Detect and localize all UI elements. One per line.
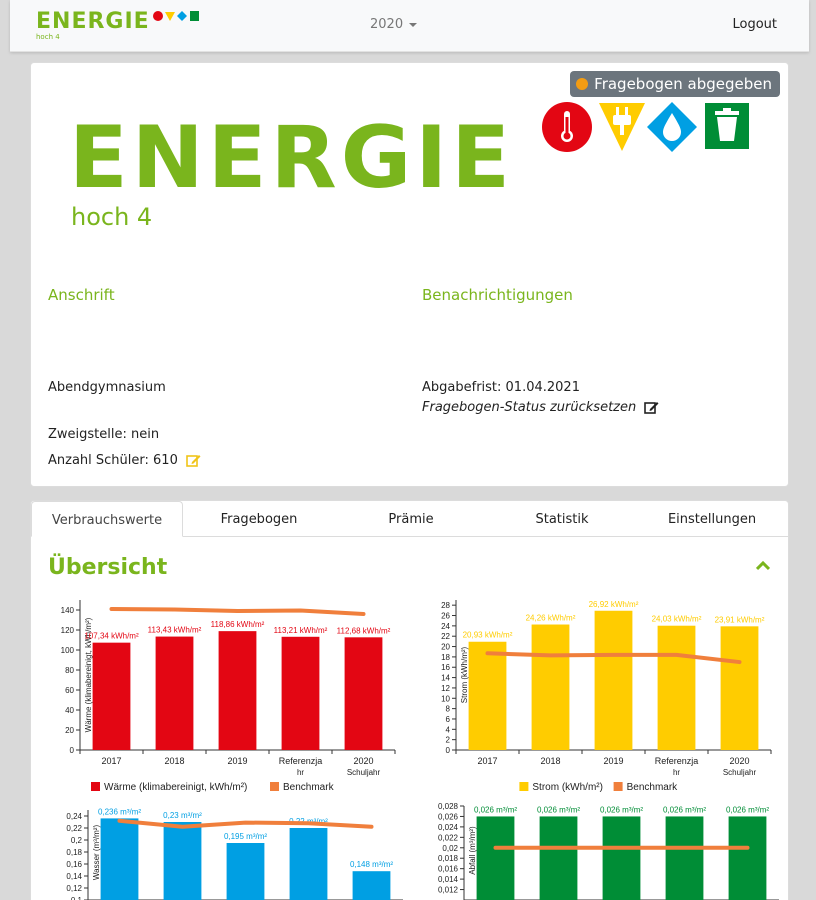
edit-students-icon[interactable]	[186, 454, 201, 467]
nav-logo-sub: hoch 4	[36, 33, 60, 41]
logout-link[interactable]: Logout	[732, 17, 777, 32]
school-name: Abendgymnasium	[48, 380, 166, 395]
tab-verbrauchswerte[interactable]: Verbrauchswerte	[31, 501, 183, 537]
water-drop-icon	[647, 102, 697, 152]
energie-logo: ENERGIE hoch 4	[69, 115, 514, 231]
nav-category-icons	[153, 11, 199, 21]
overview-title: Übersicht	[48, 555, 168, 580]
tab-einstellungen[interactable]: Einstellungen	[637, 501, 787, 537]
school-info-card: Fragebogen abgegeben ENERGIE hoch 4 Ansc…	[30, 62, 789, 487]
student-count: Anzahl Schüler: 610	[48, 453, 178, 468]
plug-icon	[165, 12, 175, 21]
notifications-heading: Benachrichtigungen	[422, 286, 573, 304]
tab-fragebogen[interactable]: Fragebogen	[183, 501, 335, 537]
year-select[interactable]: 2020	[370, 17, 418, 32]
status-badge: Fragebogen abgegeben	[570, 71, 780, 97]
status-dot-icon	[576, 78, 589, 90]
thermometer-icon	[542, 102, 592, 152]
consumption-card: Verbrauchswerte Fragebogen Prämie Statis…	[30, 500, 789, 900]
plug-icon	[599, 103, 645, 151]
water-drop-icon	[177, 11, 187, 21]
nav-logo[interactable]: ENERGIE hoch 4	[36, 9, 199, 41]
edit-status-icon[interactable]	[644, 401, 659, 414]
top-navbar: ENERGIE hoch 4 2020 Logout	[10, 0, 809, 52]
trash-bin-icon	[190, 11, 199, 21]
thermometer-icon	[153, 11, 163, 21]
trash-bin-icon	[705, 103, 749, 149]
logo-category-icons	[542, 102, 749, 152]
year-value: 2020	[370, 17, 404, 32]
chevron-up-icon[interactable]	[756, 561, 770, 571]
nav-logo-text: ENERGIE	[36, 9, 150, 34]
tab-bar: Verbrauchswerte Fragebogen Prämie Statis…	[31, 501, 788, 537]
caret-down-icon	[409, 22, 418, 27]
status-badge-text: Fragebogen abgegeben	[594, 75, 772, 93]
branch-info: Zweigstelle: nein	[48, 427, 160, 442]
student-count-row: Anzahl Schüler: 610	[48, 453, 201, 468]
reset-status-row[interactable]: Fragebogen-Status zurücksetzen	[422, 400, 659, 415]
logo-text: ENERGIE	[69, 108, 515, 208]
address-heading: Anschrift	[48, 286, 115, 304]
deadline-info: Abgabefrist: 01.04.2021	[422, 380, 580, 395]
tab-statistik[interactable]: Statistik	[487, 501, 637, 537]
tab-praemie[interactable]: Prämie	[335, 501, 487, 537]
reset-status-link[interactable]: Fragebogen-Status zurücksetzen	[422, 400, 636, 415]
